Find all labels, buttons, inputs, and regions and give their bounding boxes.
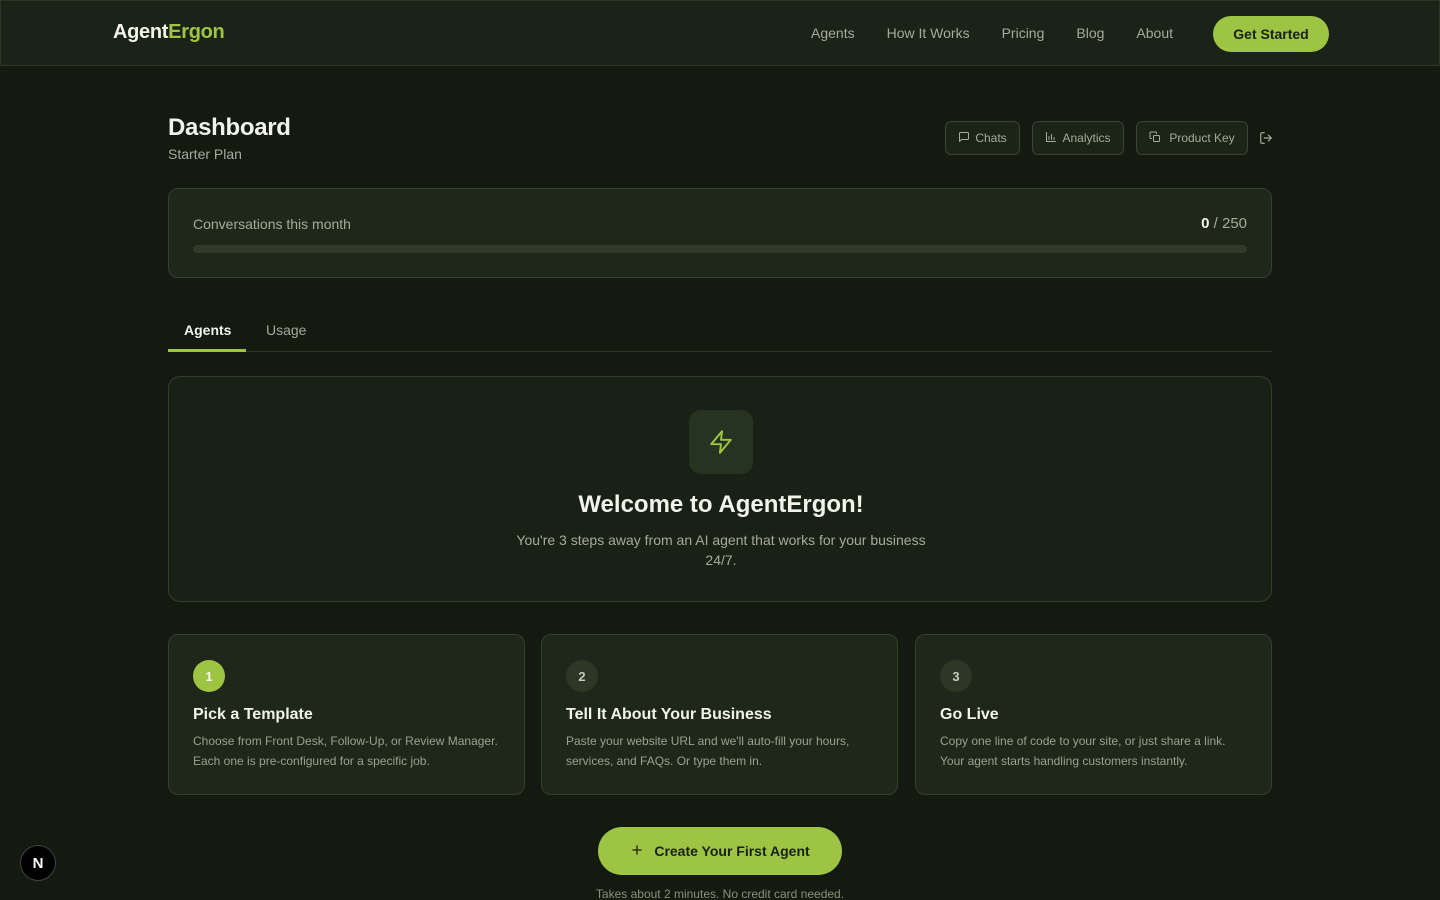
brand-part-ergon: Ergon (168, 21, 225, 43)
conversations-limit: / 250 (1209, 215, 1247, 232)
brand-part-agent: Agent (113, 21, 169, 43)
welcome-title: Welcome to AgentErgon! (578, 491, 864, 518)
nav-link-pricing[interactable]: Pricing (1002, 25, 1045, 41)
step-number-badge: 1 (193, 660, 225, 692)
step-description: Paste your website URL and we'll auto-fi… (566, 734, 850, 768)
step-card-1: 1 Pick a Template Choose from Front Desk… (168, 634, 525, 795)
step-number-badge: 3 (940, 660, 972, 692)
nav-link-blog[interactable]: Blog (1076, 25, 1104, 41)
logout-icon[interactable] (1259, 131, 1273, 145)
welcome-text: You're 3 steps away from an AI agent tha… (516, 532, 926, 568)
step-title: Go Live (940, 706, 999, 723)
lightning-bolt-icon (689, 410, 753, 474)
copy-icon (1149, 131, 1161, 146)
step-title: Pick a Template (193, 706, 313, 723)
step-card-3: 3 Go Live Copy one line of code to your … (915, 634, 1272, 795)
chats-button[interactable]: Chats (945, 121, 1020, 155)
welcome-card: Welcome to AgentErgon! You're 3 steps aw… (168, 376, 1272, 602)
brand-logo[interactable]: AgentErgon (113, 21, 225, 44)
plan-label: Starter Plan (168, 146, 242, 162)
step-card-2: 2 Tell It About Your Business Paste your… (541, 634, 898, 795)
create-first-agent-label: Create Your First Agent (654, 843, 810, 859)
dashboard-tabs: Agents Usage (168, 312, 1272, 352)
tab-usage[interactable]: Usage (266, 322, 306, 338)
get-started-button[interactable]: Get Started (1213, 16, 1329, 52)
cta-note: Takes about 2 minutes. No credit card ne… (595, 887, 845, 900)
chats-button-label: Chats (975, 131, 1007, 145)
bar-chart-icon (1045, 131, 1057, 146)
nav-link-agents[interactable]: Agents (811, 25, 855, 41)
dev-tools-badge[interactable]: N (20, 845, 56, 881)
active-tab-indicator (168, 349, 246, 352)
product-key-button[interactable]: Product Key (1136, 121, 1248, 155)
analytics-button[interactable]: Analytics (1032, 121, 1124, 155)
nav-link-about[interactable]: About (1136, 25, 1173, 41)
step-title: Tell It About Your Business (566, 706, 772, 723)
chat-bubble-icon (958, 131, 970, 146)
conversations-usage-card: Conversations this month 0 / 250 (168, 188, 1272, 278)
analytics-button-label: Analytics (1062, 131, 1111, 145)
conversations-label: Conversations this month (193, 216, 351, 232)
nav-links: Agents How It Works Pricing Blog About (811, 25, 1205, 41)
conversations-progress-bar (193, 245, 1247, 253)
plus-icon (630, 843, 644, 860)
page-title: Dashboard (168, 114, 291, 141)
top-navbar: AgentErgon Agents How It Works Pricing B… (0, 0, 1440, 66)
step-description: Copy one line of code to your site, or j… (940, 734, 1226, 768)
step-number-badge: 2 (566, 660, 598, 692)
create-first-agent-button[interactable]: Create Your First Agent (598, 827, 842, 875)
nav-link-how-it-works[interactable]: How It Works (887, 25, 970, 41)
product-key-button-label: Product Key (1169, 131, 1235, 145)
tab-agents[interactable]: Agents (184, 322, 231, 338)
conversations-count: 0 / 250 (1201, 215, 1247, 232)
step-description: Choose from Front Desk, Follow-Up, or Re… (193, 734, 498, 768)
